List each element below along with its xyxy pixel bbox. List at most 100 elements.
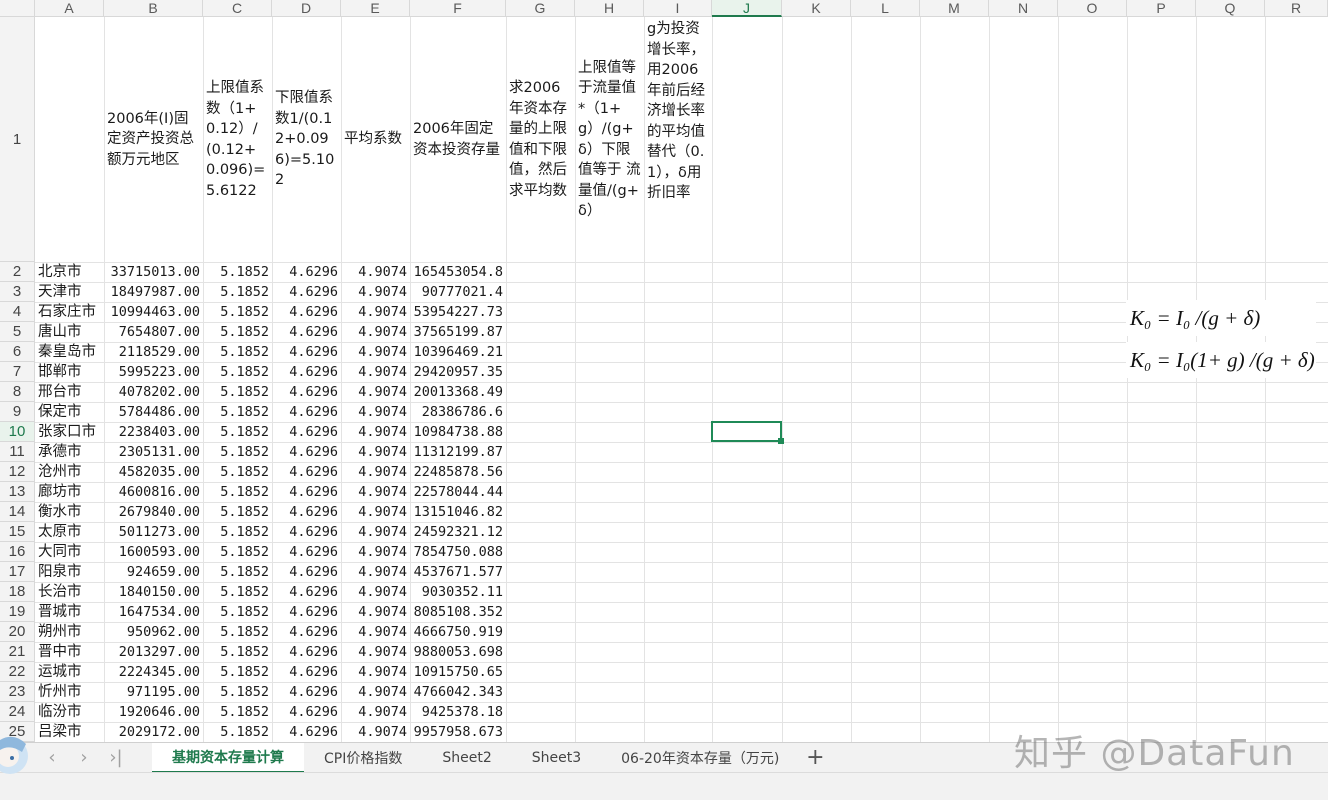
- row-header-22[interactable]: 22: [0, 662, 35, 682]
- cell-lower-coef[interactable]: 4.6296: [272, 502, 341, 522]
- cell-investment[interactable]: 4600816.00: [104, 482, 203, 502]
- cell-upper-coef[interactable]: 5.1852: [203, 562, 272, 582]
- cell-lower-coef[interactable]: 4.6296: [272, 482, 341, 502]
- cell-lower-coef[interactable]: 4.6296: [272, 402, 341, 422]
- row-header-18[interactable]: 18: [0, 582, 35, 602]
- cell-capital-stock[interactable]: 29420957.35: [410, 362, 506, 382]
- row-header-11[interactable]: 11: [0, 442, 35, 462]
- cell-capital-stock[interactable]: 37565199.87: [410, 322, 506, 342]
- tab-sheet3[interactable]: Sheet3: [512, 743, 601, 773]
- cell-lower-coef[interactable]: 4.6296: [272, 302, 341, 322]
- cell-lower-coef[interactable]: 4.6296: [272, 722, 341, 742]
- cell-investment[interactable]: 2118529.00: [104, 342, 203, 362]
- cell-avg-coef[interactable]: 4.9074: [341, 362, 410, 382]
- cell-investment[interactable]: 2238403.00: [104, 422, 203, 442]
- row-header-16[interactable]: 16: [0, 542, 35, 562]
- cell-avg-coef[interactable]: 4.9074: [341, 562, 410, 582]
- cell-upper-coef[interactable]: 5.1852: [203, 682, 272, 702]
- header-cell-g[interactable]: 求2006年资本存量的上限值和下限值，然后求平均数: [506, 17, 575, 262]
- cell-lower-coef[interactable]: 4.6296: [272, 282, 341, 302]
- column-header-r[interactable]: R: [1265, 0, 1328, 17]
- column-header-a[interactable]: A: [35, 0, 104, 17]
- column-header-j[interactable]: J: [712, 0, 782, 17]
- column-header-c[interactable]: C: [203, 0, 272, 17]
- cell-city[interactable]: 阳泉市: [35, 562, 104, 582]
- cell-investment[interactable]: 2679840.00: [104, 502, 203, 522]
- header-cell-b[interactable]: 2006年(I)固定资产投资总额万元地区: [104, 17, 203, 262]
- cell-avg-coef[interactable]: 4.9074: [341, 262, 410, 282]
- cell-upper-coef[interactable]: 5.1852: [203, 662, 272, 682]
- header-cell-f[interactable]: 2006年固定资本投资存量: [410, 17, 506, 262]
- cell-investment[interactable]: 1840150.00: [104, 582, 203, 602]
- column-header-b[interactable]: B: [104, 0, 203, 17]
- cell-avg-coef[interactable]: 4.9074: [341, 702, 410, 722]
- cell-avg-coef[interactable]: 4.9074: [341, 302, 410, 322]
- cell-upper-coef[interactable]: 5.1852: [203, 542, 272, 562]
- cell-upper-coef[interactable]: 5.1852: [203, 282, 272, 302]
- cell-upper-coef[interactable]: 5.1852: [203, 522, 272, 542]
- header-cell-d[interactable]: 下限值系数1/(0.12+0.096)=5.102: [272, 17, 341, 262]
- row-header-10[interactable]: 10: [0, 422, 35, 442]
- row-header-5[interactable]: 5: [0, 322, 35, 342]
- cell-avg-coef[interactable]: 4.9074: [341, 282, 410, 302]
- cell-city[interactable]: 天津市: [35, 282, 104, 302]
- cell-capital-stock[interactable]: 20013368.49: [410, 382, 506, 402]
- cell-upper-coef[interactable]: 5.1852: [203, 402, 272, 422]
- cell-avg-coef[interactable]: 4.9074: [341, 402, 410, 422]
- header-cell-i[interactable]: g为投资增长率，用2006年前后经济增长率的平均值替代（0.1），δ用折旧率: [644, 17, 712, 262]
- cell-investment[interactable]: 5995223.00: [104, 362, 203, 382]
- cell-upper-coef[interactable]: 5.1852: [203, 462, 272, 482]
- cell-capital-stock[interactable]: 4766042.343: [410, 682, 506, 702]
- cell-avg-coef[interactable]: 4.9074: [341, 342, 410, 362]
- cell-upper-coef[interactable]: 5.1852: [203, 442, 272, 462]
- cell-city[interactable]: 太原市: [35, 522, 104, 542]
- row-header-17[interactable]: 17: [0, 562, 35, 582]
- cell-lower-coef[interactable]: 4.6296: [272, 522, 341, 542]
- cell-lower-coef[interactable]: 4.6296: [272, 642, 341, 662]
- row-header-15[interactable]: 15: [0, 522, 35, 542]
- cell-lower-coef[interactable]: 4.6296: [272, 342, 341, 362]
- cell-city[interactable]: 忻州市: [35, 682, 104, 702]
- cell-avg-coef[interactable]: 4.9074: [341, 662, 410, 682]
- column-header-h[interactable]: H: [575, 0, 644, 17]
- cell-avg-coef[interactable]: 4.9074: [341, 582, 410, 602]
- cell-avg-coef[interactable]: 4.9074: [341, 542, 410, 562]
- cell-avg-coef[interactable]: 4.9074: [341, 462, 410, 482]
- cell-capital-stock[interactable]: 165453054.8: [410, 262, 506, 282]
- cell-city[interactable]: 秦皇岛市: [35, 342, 104, 362]
- header-cell-e[interactable]: 平均系数: [341, 17, 410, 262]
- column-header-p[interactable]: P: [1127, 0, 1196, 17]
- cell-capital-stock[interactable]: 9425378.18: [410, 702, 506, 722]
- row-header-2[interactable]: 2: [0, 262, 35, 282]
- cell-avg-coef[interactable]: 4.9074: [341, 442, 410, 462]
- tab-cpi-index[interactable]: CPI价格指数: [304, 743, 422, 773]
- cell-upper-coef[interactable]: 5.1852: [203, 722, 272, 742]
- cell-city[interactable]: 邢台市: [35, 382, 104, 402]
- row-header-8[interactable]: 8: [0, 382, 35, 402]
- row-header-23[interactable]: 23: [0, 682, 35, 702]
- cell-investment[interactable]: 950962.00: [104, 622, 203, 642]
- cell-avg-coef[interactable]: 4.9074: [341, 622, 410, 642]
- row-header-7[interactable]: 7: [0, 362, 35, 382]
- tab-base-capital-stock[interactable]: 基期资本存量计算: [152, 742, 304, 773]
- cell-upper-coef[interactable]: 5.1852: [203, 642, 272, 662]
- cell-lower-coef[interactable]: 4.6296: [272, 602, 341, 622]
- cell-city[interactable]: 长治市: [35, 582, 104, 602]
- cell-upper-coef[interactable]: 5.1852: [203, 362, 272, 382]
- cell-investment[interactable]: 2029172.00: [104, 722, 203, 742]
- cell-avg-coef[interactable]: 4.9074: [341, 682, 410, 702]
- cell-city[interactable]: 吕梁市: [35, 722, 104, 742]
- cell-investment[interactable]: 1600593.00: [104, 542, 203, 562]
- cell-capital-stock[interactable]: 9030352.11: [410, 582, 506, 602]
- cell-city[interactable]: 临汾市: [35, 702, 104, 722]
- row-header-12[interactable]: 12: [0, 462, 35, 482]
- cell-capital-stock[interactable]: 90777021.4: [410, 282, 506, 302]
- row-header-20[interactable]: 20: [0, 622, 35, 642]
- cell-avg-coef[interactable]: 4.9074: [341, 382, 410, 402]
- cell-city[interactable]: 保定市: [35, 402, 104, 422]
- cell-lower-coef[interactable]: 4.6296: [272, 262, 341, 282]
- cell-lower-coef[interactable]: 4.6296: [272, 622, 341, 642]
- cell-upper-coef[interactable]: 5.1852: [203, 322, 272, 342]
- cell-lower-coef[interactable]: 4.6296: [272, 542, 341, 562]
- cell-city[interactable]: 沧州市: [35, 462, 104, 482]
